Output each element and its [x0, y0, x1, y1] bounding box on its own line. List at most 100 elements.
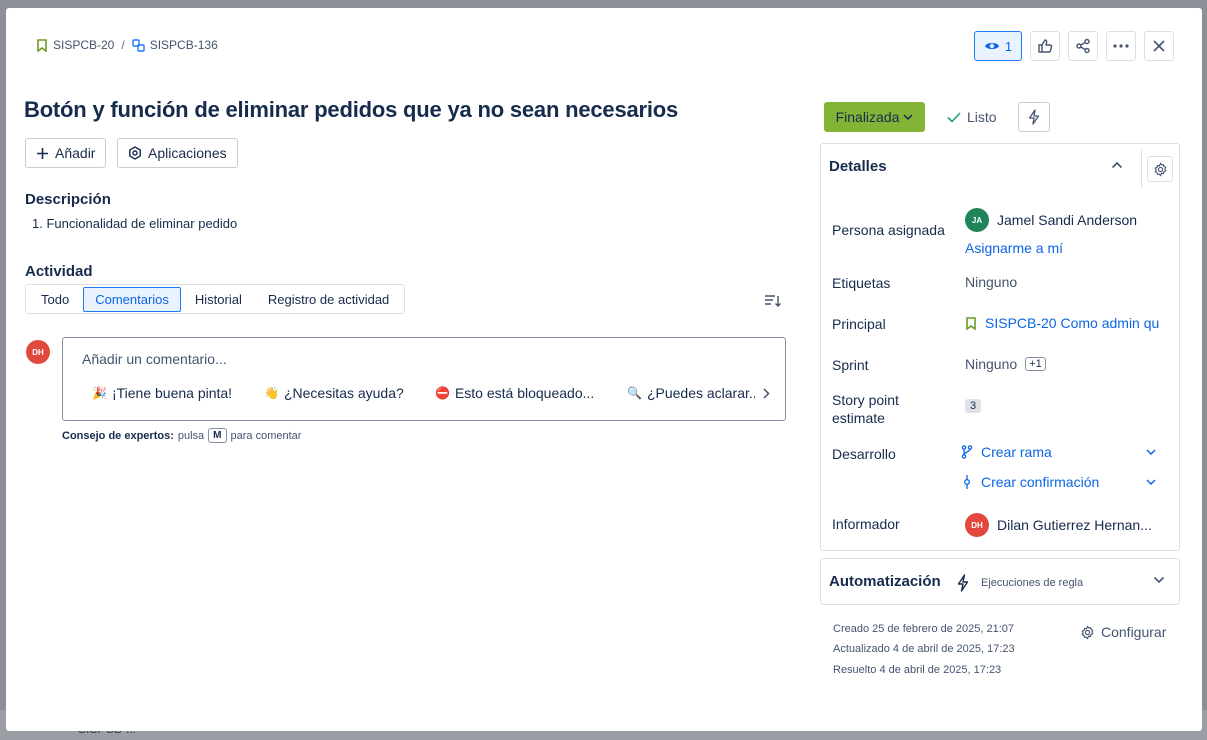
- assignee-value[interactable]: JA Jamel Sandi Anderson: [965, 208, 1137, 232]
- breadcrumb-parent[interactable]: SISPCB-20: [36, 38, 114, 52]
- apps-button-label: Aplicaciones: [148, 145, 227, 161]
- automation-heading: Automatización: [829, 573, 941, 590]
- more-actions-button[interactable]: [1106, 31, 1136, 61]
- gear-icon: [1154, 161, 1166, 177]
- add-button[interactable]: Añadir: [25, 138, 107, 168]
- apps-icon: [129, 146, 141, 160]
- automation-button[interactable]: [1018, 102, 1050, 132]
- quick-reply-need-help[interactable]: 👋 ¿Necesitas ayuda?: [264, 385, 404, 401]
- shortcut-key: M: [208, 428, 227, 443]
- gear-icon: [1081, 624, 1094, 640]
- like-button[interactable]: [1030, 31, 1060, 61]
- reporter-name: Dilan Gutierrez Hernan...: [997, 517, 1152, 533]
- comment-tip: Consejo de expertos: pulsa M para coment…: [62, 428, 301, 443]
- quick-reply-blocked[interactable]: ⛔ Esto está bloqueado...: [435, 385, 594, 401]
- configure-label: Configurar: [1101, 624, 1167, 640]
- breadcrumb-current[interactable]: SISPCB-136: [132, 38, 218, 52]
- assign-to-me-link[interactable]: Asignarme a mí: [965, 240, 1063, 256]
- commit-icon: [964, 475, 970, 489]
- create-branch[interactable]: Crear rama: [961, 444, 1161, 460]
- breadcrumb-separator: /: [121, 38, 125, 52]
- chevron-right-icon: [762, 387, 770, 399]
- magnifier-icon: 🔍: [627, 386, 642, 400]
- breadcrumb-current-label: SISPCB-136: [149, 38, 218, 52]
- sprint-value[interactable]: Ninguno +1: [965, 356, 1046, 372]
- plus-icon: [37, 147, 48, 159]
- story-points-label: Story point estimate: [832, 392, 899, 426]
- watch-count: 1: [1004, 38, 1013, 54]
- add-button-label: Añadir: [55, 145, 96, 161]
- tip-bold: Consejo de expertos:: [62, 429, 174, 442]
- wave-icon: 👋: [264, 386, 279, 400]
- branch-icon: [961, 445, 973, 459]
- quick-reply-label: ¿Puedes aclarar...?: [646, 385, 769, 401]
- details-heading[interactable]: Detalles: [829, 158, 887, 175]
- quick-reply-label: Esto está bloqueado...: [454, 385, 595, 401]
- quick-reply-label: ¡Tiene buena pinta!: [111, 385, 233, 401]
- current-user-avatar: DH: [26, 340, 50, 364]
- apps-button[interactable]: Aplicaciones: [117, 138, 238, 168]
- activity-tabs: Todo Comentarios Historial Registro de a…: [25, 284, 406, 314]
- activity-heading: Actividad: [25, 263, 93, 280]
- thumbs-up-icon: [1038, 39, 1053, 53]
- quick-reply-clarify[interactable]: 🔍 ¿Puedes aclarar...?: [627, 385, 768, 401]
- issue-title[interactable]: Botón y función de eliminar pedidos que …: [24, 97, 678, 123]
- assignee-label: Persona asignada: [832, 222, 945, 238]
- chevron-down-icon: [1146, 479, 1156, 485]
- subtask-icon: [132, 38, 145, 52]
- reporter-value[interactable]: DH Dilan Gutierrez Hernan...: [965, 513, 1152, 537]
- share-button[interactable]: [1068, 31, 1098, 61]
- comment-input[interactable]: Añadir un comentario...: [82, 351, 227, 367]
- tab-comments[interactable]: Comentarios: [83, 286, 181, 312]
- resolved-date: Resuelto 4 de abril de 2025, 17:23: [833, 664, 1002, 676]
- resolution-label: Listo: [967, 109, 997, 125]
- description-heading: Descripción: [25, 191, 111, 208]
- watch-button[interactable]: 1: [974, 31, 1022, 61]
- sort-icon[interactable]: [764, 294, 782, 308]
- story-points-badge: 3: [965, 399, 982, 413]
- close-button[interactable]: [1144, 31, 1174, 61]
- chevron-up-icon[interactable]: [1111, 161, 1123, 169]
- chevron-down-icon: [903, 114, 913, 120]
- details-settings-button[interactable]: [1147, 156, 1173, 182]
- create-commit[interactable]: Crear confirmación: [961, 474, 1161, 490]
- breadcrumb: SISPCB-20 / SISPCB-136: [36, 38, 218, 52]
- parent-link: SISPCB-20 Como admin qu: [985, 315, 1160, 331]
- details-panel: Detalles Persona asignada JA Jamel Sandi…: [820, 143, 1180, 551]
- breadcrumb-parent-label: SISPCB-20: [53, 38, 115, 52]
- parent-value[interactable]: SISPCB-20 Como admin qu: [965, 315, 1161, 331]
- chevron-down-icon: [1153, 576, 1165, 584]
- eye-icon: [984, 43, 999, 49]
- panel-divider: [1141, 150, 1142, 188]
- sprint-text: Ninguno: [965, 356, 1018, 372]
- tab-history[interactable]: Historial: [183, 287, 254, 312]
- create-commit-label: Crear confirmación: [981, 474, 1100, 490]
- resolution: Listo: [947, 109, 997, 125]
- issue-modal: SISPCB-20 / SISPCB-136 1 Botón y función…: [6, 8, 1202, 731]
- header-actions: 1: [974, 31, 1174, 61]
- comment-editor[interactable]: Añadir un comentario... 🎉 ¡Tiene buena p…: [62, 337, 786, 421]
- close-icon: [1153, 40, 1165, 52]
- tab-worklog[interactable]: Registro de actividad: [256, 287, 401, 312]
- description-list-item[interactable]: 1. Funcionalidad de eliminar pedido: [32, 216, 237, 231]
- quick-reply-looks-good[interactable]: 🎉 ¡Tiene buena pinta!: [92, 385, 232, 401]
- lightning-icon: [1028, 109, 1040, 125]
- story-points-value[interactable]: 3: [965, 399, 982, 413]
- configure-button[interactable]: Configurar: [1080, 624, 1166, 640]
- reporter-label: Informador: [832, 516, 900, 532]
- bookmark-icon: [966, 316, 976, 330]
- blocked-icon: ⛔: [435, 386, 450, 400]
- status-label: Finalizada: [835, 109, 900, 125]
- tip-pre: pulsa: [177, 429, 205, 442]
- share-icon: [1076, 38, 1090, 54]
- bookmark-icon: [37, 38, 47, 52]
- automation-panel[interactable]: Automatización Ejecuciones de regla: [820, 558, 1180, 605]
- labels-value[interactable]: Ninguno: [965, 274, 1017, 290]
- create-branch-label: Crear rama: [981, 444, 1052, 460]
- created-date: Creado 25 de febrero de 2025, 21:07: [833, 623, 1015, 635]
- chevron-down-icon: [1146, 449, 1156, 455]
- status-dropdown[interactable]: Finalizada: [824, 102, 925, 132]
- tab-all[interactable]: Todo: [29, 287, 81, 312]
- sprint-label: Sprint: [832, 357, 869, 373]
- quick-replies-next-button[interactable]: [755, 382, 777, 404]
